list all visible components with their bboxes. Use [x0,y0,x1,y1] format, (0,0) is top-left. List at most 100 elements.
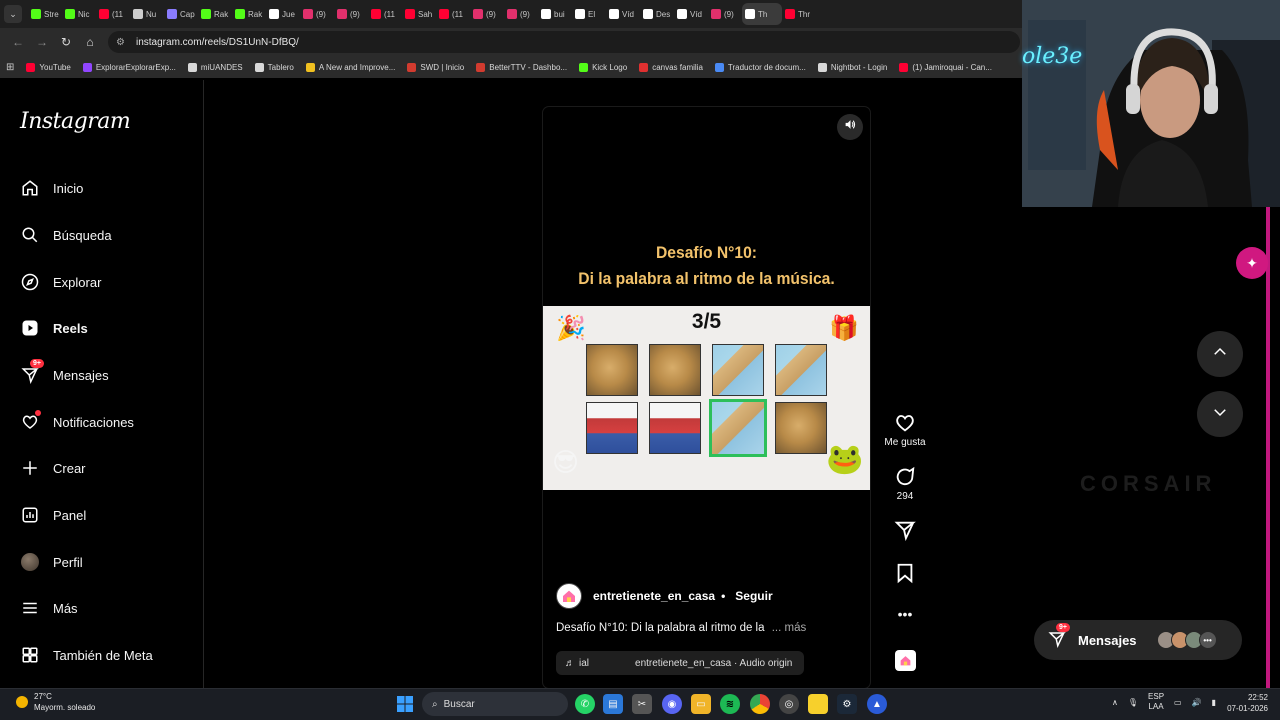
bookmark-item[interactable]: BetterTTV - Dashbo... [476,62,567,72]
next-reel-button[interactable] [1197,391,1243,437]
audio-thumbnail[interactable] [895,650,916,671]
save-action[interactable] [883,562,927,587]
reload-button[interactable]: ↻ [54,30,78,54]
volume-button[interactable] [837,114,863,140]
browser-tab[interactable]: El [572,3,606,25]
file-explorer-icon[interactable]: ▭ [691,694,711,714]
taskbar-search[interactable]: ⌕ Buscar [422,692,568,716]
follow-button[interactable]: Seguir [735,589,772,603]
bookmark-item[interactable]: YouTube [26,62,71,72]
taskbar-clock[interactable]: 22:52 07-01-2026 [1226,692,1268,714]
browser-tab[interactable]: Stre [28,3,62,25]
browser-tab[interactable]: (9) [334,3,368,25]
bookmark-label: Tablero [267,62,294,72]
browser-tab[interactable]: Cap [164,3,198,25]
bookmark-item[interactable]: ExplorarExplorarExp... [82,62,176,72]
owner-username[interactable]: entretienete_en_casa [593,589,715,603]
nav-mensajes[interactable]: 9+ Mensajes [20,359,200,389]
nav-perfil[interactable]: Perfil [20,548,200,576]
discord-icon[interactable]: ◉ [662,694,682,714]
battery-icon[interactable]: ▮ [1212,698,1216,707]
browser-tab[interactable]: Rak [198,3,232,25]
weather-widget[interactable]: 27°C Mayorm. soleado [16,691,95,713]
nav-panel[interactable]: Panel [20,501,200,529]
bookmark-item[interactable]: Tablero [254,62,294,72]
bookmark-favicon-icon [407,62,417,72]
share-action[interactable] [883,519,927,544]
browser-tab[interactable]: Rak [232,3,266,25]
home-button[interactable]: ⌂ [78,30,102,54]
tab-label: Víd [622,9,635,19]
bookmark-item[interactable]: (1) Jamiroquai - Can... [899,62,992,72]
previous-reel-button[interactable] [1197,331,1243,377]
bookmark-item[interactable]: miUANDES [187,62,243,72]
chevron-up-icon[interactable]: ∧ [1112,698,1118,707]
more-options-action[interactable]: ••• [883,606,927,622]
sticky-notes-icon[interactable] [808,694,828,714]
bookmark-item[interactable]: canvas familia [639,62,703,72]
browser-tab[interactable]: Nu [130,3,164,25]
comment-action[interactable]: 294 [883,466,927,502]
stream-overlay-name: ole3e [1022,44,1083,69]
browser-tab[interactable]: Thr [782,3,816,25]
apps-grid-icon[interactable]: ⊞ [6,62,14,73]
browser-tab[interactable]: Nic [62,3,96,25]
nav-explorar[interactable]: Explorar [20,268,200,296]
snipping-tool-icon[interactable]: ✂ [632,694,652,714]
browser-tab[interactable]: Víd [606,3,640,25]
grid-cell [649,402,701,454]
whatsapp-icon[interactable]: ✆ [575,694,595,714]
browser-tab[interactable]: (9) [300,3,334,25]
bookmark-item[interactable]: Nightbot - Login [817,62,887,72]
browser-tab[interactable]: Víd [674,3,708,25]
display-icon[interactable]: ▭ [1174,698,1182,707]
obs-icon[interactable]: ◎ [779,694,799,714]
nav-crear[interactable]: Crear [20,454,200,482]
grid-cell [586,344,638,396]
browser-tab[interactable]: Th [742,3,782,25]
caption-more-link[interactable]: ... más [772,622,807,634]
notepad-icon[interactable]: ▤ [603,694,623,714]
audio-pill[interactable]: ♬ ial entretienete_en_casa · Audio origi… [556,651,804,675]
browser-tab[interactable]: Sah [402,3,436,25]
nav-label: Reels [53,320,88,336]
browser-tab[interactable]: (11 [436,3,470,25]
bookmark-item[interactable]: Kick Logo [579,62,627,72]
url-input[interactable]: ⚙ instagram.com/reels/DS1UnN-DfBQ/ [108,31,1020,53]
browser-tab[interactable]: Jue [266,3,300,25]
nav-inicio[interactable]: Inicio [20,174,200,202]
microphone-icon[interactable]: 🎙 [1128,698,1138,707]
nav-notificaciones[interactable]: Notificaciones [20,408,200,436]
browser-tab[interactable]: bui [538,3,572,25]
browser-tab[interactable]: (11 [368,3,402,25]
bookmark-item[interactable]: A New and Improve... [305,62,395,72]
vpn-icon[interactable]: ▲ [867,694,887,714]
like-action[interactable]: Me gusta [883,412,927,448]
nav-tambien-de-meta[interactable]: También de Meta [20,641,200,669]
extension-floating-button[interactable]: ✦ [1236,247,1268,279]
volume-icon[interactable]: 🔊 [1192,698,1202,707]
browser-tab[interactable]: (9) [504,3,538,25]
tab-search-button[interactable]: ⌄ [4,5,22,23]
spotify-icon[interactable]: ≋ [720,694,740,714]
nav-reels[interactable]: Reels [20,314,200,342]
language-indicator[interactable]: ESP LAA [1148,692,1164,712]
chrome-icon[interactable] [750,694,770,714]
browser-tab[interactable]: (11 [96,3,130,25]
instagram-logo[interactable]: Instagram [20,109,131,134]
site-settings-icon[interactable]: ⚙ [116,37,130,48]
bookmark-item[interactable]: SWD | Inicio [407,62,464,72]
back-button[interactable]: ← [6,30,30,54]
owner-avatar[interactable] [556,583,582,609]
messages-pill[interactable]: 9+ Mensajes ••• [1034,620,1242,660]
browser-tab[interactable]: (9) [470,3,504,25]
windows-start-icon[interactable] [395,694,415,714]
reel-caption[interactable]: Desafío N°10: Di la palabra al ritmo de … [556,622,806,634]
steam-icon[interactable]: ⚙ [837,694,857,714]
nav-mas[interactable]: Más [20,594,200,622]
browser-tab[interactable]: (9) [708,3,742,25]
bookmark-item[interactable]: Traductor de docum... [714,62,806,72]
nav-busqueda[interactable]: Búsqueda [20,221,200,249]
browser-tab[interactable]: Des [640,3,674,25]
forward-button[interactable]: → [30,30,54,54]
